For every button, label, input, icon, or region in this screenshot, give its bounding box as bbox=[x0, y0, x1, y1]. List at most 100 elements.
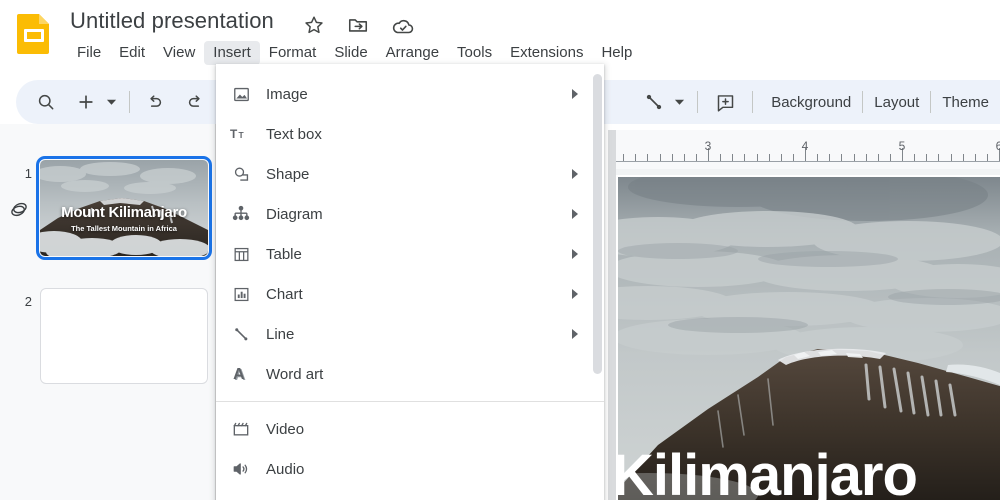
menu-item-shape[interactable]: Shape bbox=[216, 154, 604, 194]
theme-button[interactable]: Theme bbox=[931, 88, 1000, 117]
slides-logo-icon[interactable] bbox=[15, 12, 53, 56]
ruler-tick-minor bbox=[768, 154, 770, 161]
menu-item-word-art[interactable]: A A Word art bbox=[216, 354, 604, 394]
slide-canvas-area[interactable]: Mount Kilimanjaro bbox=[616, 175, 1000, 500]
menu-item-label: Chart bbox=[266, 285, 303, 303]
menu-view[interactable]: View bbox=[154, 41, 204, 65]
wordart-icon: A A bbox=[228, 362, 254, 386]
move-to-folder-icon[interactable] bbox=[347, 14, 371, 38]
menu-help[interactable]: Help bbox=[592, 41, 641, 65]
chart-icon bbox=[228, 282, 254, 306]
toolbar-divider bbox=[752, 91, 754, 113]
line-icon bbox=[228, 322, 254, 346]
ruler-tick-minor bbox=[671, 154, 673, 161]
ruler-tick-minor bbox=[950, 154, 952, 161]
redo-icon[interactable] bbox=[179, 86, 211, 118]
toolbar-divider bbox=[129, 91, 130, 113]
menu-item-label: Image bbox=[266, 85, 308, 103]
menu-item-line[interactable]: Line bbox=[216, 314, 604, 354]
title-bar: Untitled presentation File Edit View Ins… bbox=[0, 0, 1000, 70]
menu-item-text-box[interactable]: T T Text box bbox=[216, 114, 604, 154]
speaker-notes-icon[interactable] bbox=[8, 198, 30, 225]
ruler-tick-minor bbox=[720, 154, 722, 161]
menu-divider bbox=[216, 401, 604, 402]
add-comment-icon[interactable] bbox=[709, 86, 741, 118]
slide-filmstrip-panel[interactable]: 1 Mount Kilimanjaro The Tallest Mountain… bbox=[0, 124, 216, 500]
thumbnail-title: Mount Kilimanjaro bbox=[61, 204, 187, 221]
menu-item-label: Table bbox=[266, 245, 302, 263]
thumbnail-subtitle: The Tallest Mountain in Africa bbox=[71, 224, 177, 233]
menu-item-chart[interactable]: Chart bbox=[216, 274, 604, 314]
slide-thumbnail-wrapper[interactable]: Mount Kilimanjaro The Tallest Mountain i… bbox=[36, 156, 212, 260]
page-title[interactable]: Untitled presentation bbox=[70, 8, 274, 34]
ruler-tick-minor bbox=[841, 154, 843, 161]
submenu-arrow-icon bbox=[572, 249, 578, 259]
ruler-tick-minor bbox=[889, 154, 891, 161]
ruler-label: 3 bbox=[704, 139, 712, 153]
menu-item-label: Diagram bbox=[266, 205, 323, 223]
layout-button[interactable]: Layout bbox=[863, 88, 930, 117]
line-chevron-down-icon[interactable] bbox=[670, 86, 688, 118]
search-icon[interactable] bbox=[30, 86, 62, 118]
cloud-saved-icon[interactable] bbox=[391, 14, 415, 38]
menu-item-label: Text box bbox=[266, 125, 322, 143]
menu-edit[interactable]: Edit bbox=[110, 41, 154, 65]
ruler-tick-minor bbox=[829, 154, 831, 161]
ruler-tick-minor bbox=[877, 154, 879, 161]
vertical-scrollbar[interactable] bbox=[593, 74, 602, 500]
menu-item-video[interactable]: Video bbox=[216, 409, 604, 449]
menu-item-audio[interactable]: Audio bbox=[216, 449, 604, 489]
menu-bar: File Edit View Insert Format Slide Arran… bbox=[68, 41, 641, 65]
ruler-tick-minor bbox=[962, 154, 964, 161]
ruler-tick-minor bbox=[732, 154, 734, 161]
insert-dropdown-menu[interactable]: Image T T Text box Shape Diagram Table C… bbox=[216, 64, 604, 500]
ruler-tick-minor bbox=[623, 154, 625, 161]
ruler-tick-minor bbox=[865, 154, 867, 161]
menu-slide[interactable]: Slide bbox=[325, 41, 376, 65]
menu-tools[interactable]: Tools bbox=[448, 41, 501, 65]
svg-text:A: A bbox=[233, 366, 245, 383]
submenu-arrow-icon bbox=[572, 89, 578, 99]
new-slide-chevron-down-icon[interactable] bbox=[102, 86, 120, 118]
menu-format[interactable]: Format bbox=[260, 41, 326, 65]
menu-item-table[interactable]: Table bbox=[216, 234, 604, 274]
table-icon bbox=[228, 242, 254, 266]
filmstrip-slide-2[interactable]: 2 bbox=[0, 288, 216, 384]
submenu-arrow-icon bbox=[572, 329, 578, 339]
canvas-gutter bbox=[608, 130, 616, 500]
filmstrip-slide-1[interactable]: 1 Mount Kilimanjaro The Tallest Mountain… bbox=[0, 156, 216, 260]
active-slide[interactable]: Mount Kilimanjaro bbox=[618, 177, 1000, 500]
scrollbar-thumb[interactable] bbox=[593, 74, 602, 374]
undo-icon[interactable] bbox=[139, 86, 171, 118]
submenu-arrow-icon bbox=[572, 209, 578, 219]
title-action-icons bbox=[303, 14, 415, 38]
menu-file[interactable]: File bbox=[68, 41, 110, 65]
ruler-label: 5 bbox=[898, 139, 906, 153]
star-icon[interactable] bbox=[303, 14, 327, 38]
ruler-tick-minor bbox=[695, 154, 697, 161]
ruler-tick-minor bbox=[756, 154, 758, 161]
menu-insert[interactable]: Insert bbox=[204, 41, 260, 65]
ruler-tick-minor bbox=[780, 154, 782, 161]
slide-thumbnail-wrapper[interactable] bbox=[40, 288, 208, 384]
slide-number: 2 bbox=[24, 294, 32, 309]
menu-arrange[interactable]: Arrange bbox=[377, 41, 448, 65]
background-button[interactable]: Background bbox=[760, 88, 862, 117]
ruler-tick-minor bbox=[938, 154, 940, 161]
ruler-tick-minor bbox=[853, 154, 855, 161]
line-tool-icon[interactable] bbox=[638, 86, 670, 118]
slide-title-text[interactable]: Mount Kilimanjaro bbox=[618, 442, 1000, 500]
ruler-tick-minor bbox=[986, 154, 988, 161]
menu-item-diagram[interactable]: Diagram bbox=[216, 194, 604, 234]
ruler-tick-minor bbox=[792, 154, 794, 161]
shape-icon bbox=[228, 162, 254, 186]
menu-item-image[interactable]: Image bbox=[216, 74, 604, 114]
menu-item-label: Video bbox=[266, 420, 305, 438]
submenu-arrow-icon bbox=[572, 169, 578, 179]
textbox-icon: T T bbox=[228, 122, 254, 146]
menu-extensions[interactable]: Extensions bbox=[501, 41, 592, 65]
slide-thumbnail[interactable] bbox=[40, 288, 208, 384]
new-slide-plus-icon[interactable] bbox=[70, 86, 102, 118]
slide-thumbnail[interactable]: Mount Kilimanjaro The Tallest Mountain i… bbox=[36, 156, 212, 260]
ruler-label: 6 bbox=[996, 139, 1000, 153]
